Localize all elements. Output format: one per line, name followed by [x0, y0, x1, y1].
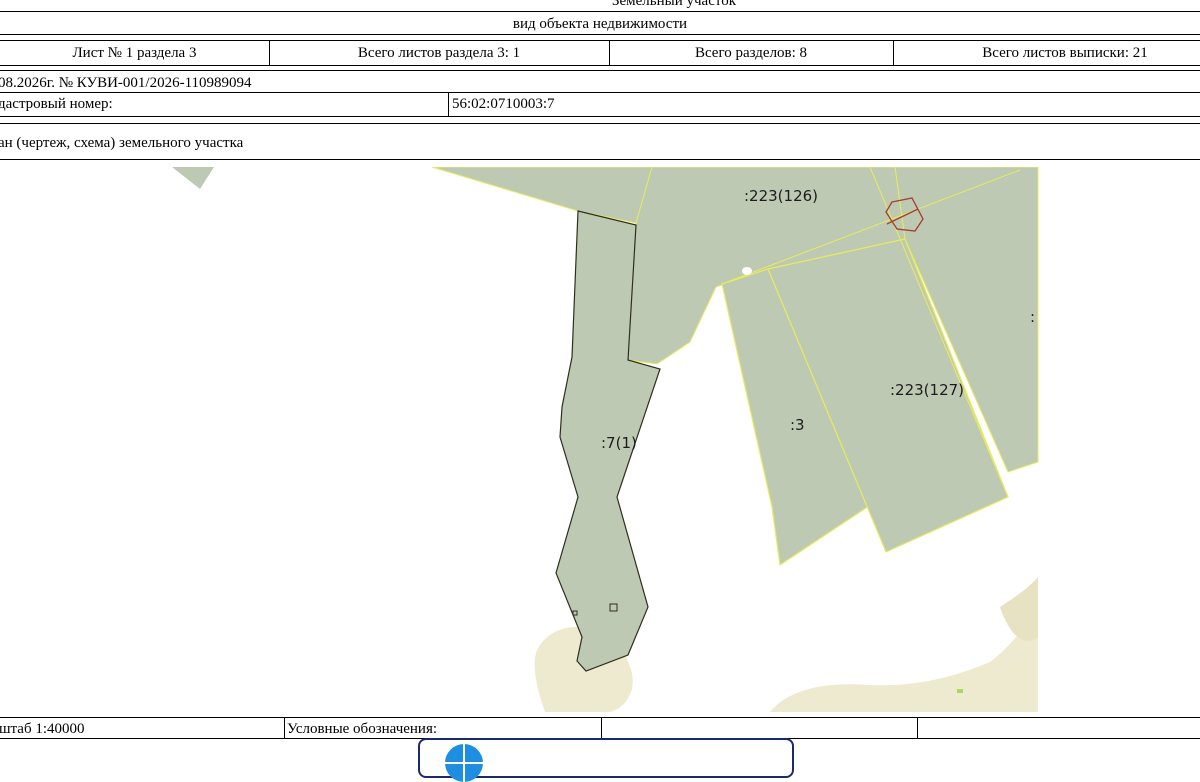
label-parcel-3: :3 [790, 416, 805, 434]
plan-title: ан (чертеж, схема) земельного участка [0, 135, 244, 151]
label-edge-mark: : [1030, 308, 1035, 326]
cadastral-row-bottom [0, 116, 1200, 117]
water-notch [742, 267, 752, 275]
cadastral-plan-map: :223(126) :223(127) :3 :7(1) : [0, 167, 1200, 712]
label-parcel-223-127: :223(127) [890, 381, 964, 399]
label-parcel-7-1: :7(1) [601, 434, 637, 452]
header-divider-1 [0, 11, 1200, 12]
footer-col-sep-2 [601, 717, 602, 739]
footer-row-top [0, 717, 1200, 718]
object-subtitle: вид объекта недвижимости [512, 16, 688, 32]
green-marker [957, 689, 963, 693]
footer-col-sep-1 [284, 717, 285, 739]
header-divider-2 [0, 34, 1200, 35]
legend-label: Условные обозначения: [287, 721, 438, 737]
sheet-row-top [0, 40, 1200, 41]
total-sections: Всего разделов: 8 [694, 45, 808, 61]
plan-row-top [0, 123, 1200, 124]
sheet-row-bottom [0, 65, 1200, 66]
object-title: Земельный участок [611, 0, 737, 9]
date-row-bottom [0, 92, 1200, 93]
extract-date-number: 08.2026г. № КУВИ-001/2026-110989094 [0, 75, 252, 91]
plan-row-bottom [0, 159, 1200, 160]
map-scale: штаб 1:40000 [0, 721, 85, 737]
sheet-number: Лист № 1 раздела 3 [72, 45, 197, 61]
total-sheets-section: Всего листов раздела 3: 1 [357, 45, 521, 61]
total-sheets-extract: Всего листов выписки: 21 [982, 45, 1148, 61]
cadastral-number-value: 56:02:0710003:7 [452, 96, 555, 112]
cadastral-col-sep [448, 92, 449, 116]
date-row-top [0, 70, 1200, 71]
footer-col-sep-3 [917, 717, 918, 739]
compass-icon[interactable] [445, 744, 483, 782]
label-parcel-223-126: :223(126) [744, 187, 818, 205]
cadastral-number-label: дастровый номер: [0, 96, 113, 112]
